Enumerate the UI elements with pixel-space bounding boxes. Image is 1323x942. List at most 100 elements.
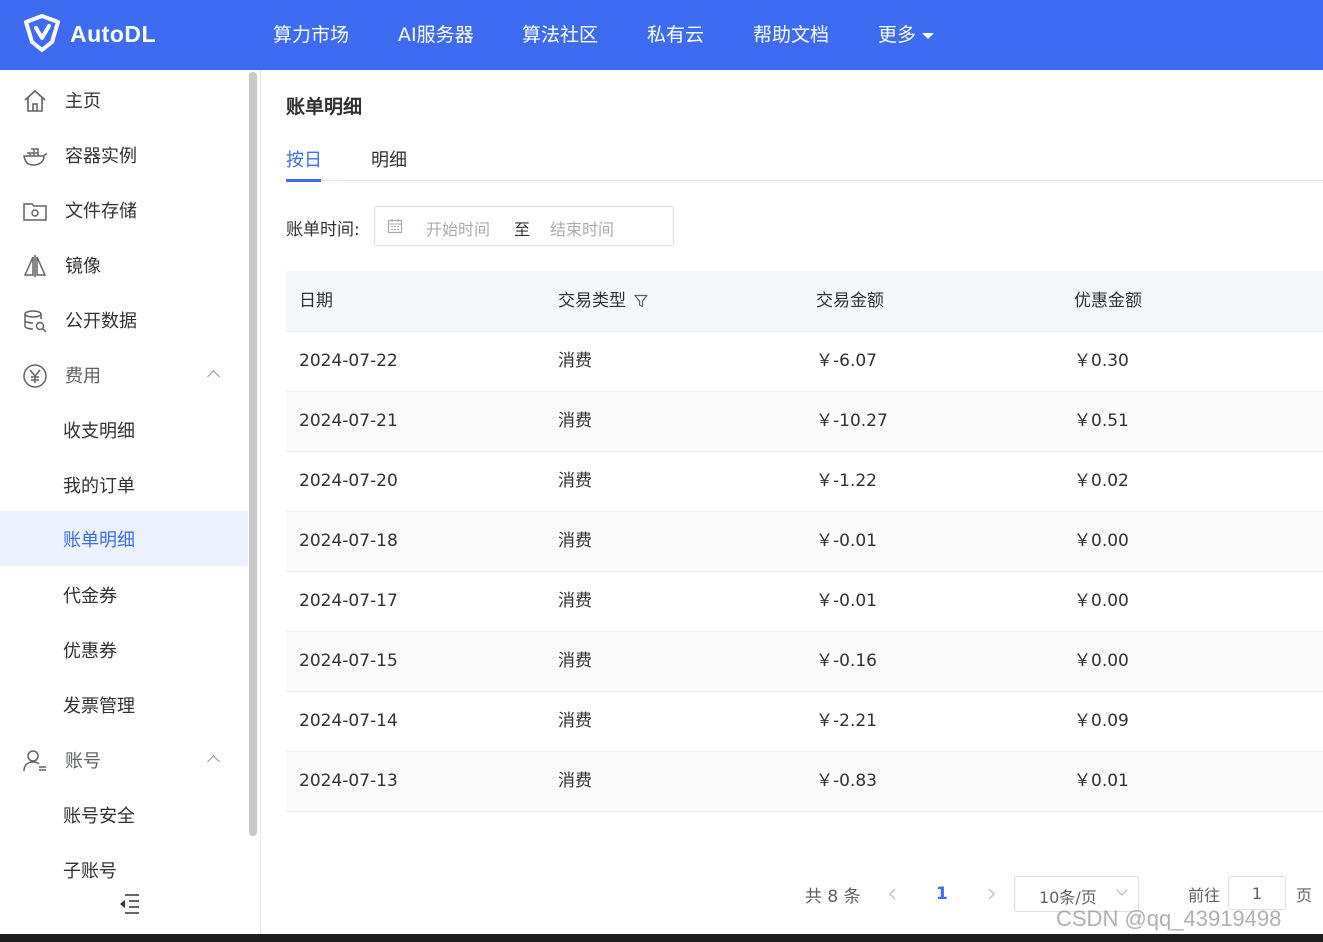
nav-ai-server[interactable]: AI服务器 — [398, 0, 474, 70]
brand-name: AutoDL — [70, 20, 157, 47]
mirror-icon — [23, 255, 47, 277]
table-row: 2024-07-21 消费 ￥-10.27 ￥0.51 — [286, 392, 1323, 452]
sidebar-item-label: 账号安全 — [63, 806, 135, 827]
cell-type: 消费 — [558, 711, 592, 731]
table-body: 2024-07-22 消费 ￥-6.07 ￥0.30 2024-07-21 消费 ￥-10.… — [286, 332, 1323, 812]
sidebar-item-label: 公开数据 — [65, 311, 137, 332]
cell-amount: ￥-2.21 — [816, 711, 877, 731]
cell-amount: ￥-0.01 — [816, 531, 877, 551]
sidebar-item-label: 发票管理 — [63, 696, 135, 717]
filter-icon[interactable] — [634, 294, 648, 308]
goto-page-input[interactable]: 1 — [1228, 876, 1286, 910]
sidebar-item-account-security[interactable]: 账号安全 — [0, 787, 248, 842]
calendar-icon — [387, 219, 403, 234]
sidebar-item-images[interactable]: 镜像 — [0, 237, 248, 292]
autodl-logo-icon — [24, 14, 60, 52]
cell-discount: ￥0.30 — [1074, 351, 1129, 371]
sidebar-item-bill-details[interactable]: 账单明细 — [0, 511, 248, 566]
page-title: 账单明细 — [286, 96, 363, 118]
table-row: 2024-07-17 消费 ￥-0.01 ￥0.00 — [286, 572, 1323, 632]
table-row: 2024-07-22 消费 ￥-6.07 ￥0.30 — [286, 332, 1323, 392]
sidebar-item-label: 优惠券 — [63, 641, 117, 662]
sidebar-scrollbar[interactable] — [249, 72, 257, 836]
sidebar-item-datasets[interactable]: 公开数据 — [0, 292, 248, 347]
sidebar-item-invoices[interactable]: 发票管理 — [0, 677, 248, 732]
cell-date: 2024-07-17 — [299, 591, 398, 611]
column-header-discount: 优惠金额 — [1074, 291, 1142, 311]
cell-date: 2024-07-15 — [299, 651, 398, 671]
cell-type: 消费 — [558, 351, 592, 371]
nav-algorithm-community[interactable]: 算法社区 — [522, 0, 598, 70]
watermark: CSDN @qq_43919498 — [1056, 906, 1282, 931]
cell-discount: ￥0.01 — [1074, 771, 1129, 791]
cell-type: 消费 — [558, 771, 592, 791]
sidebar-item-label: 收支明细 — [63, 421, 135, 442]
cell-discount: ￥0.02 — [1074, 471, 1129, 491]
caret-down-icon — [922, 32, 935, 39]
goto-suffix: 页 — [1296, 886, 1313, 905]
sidebar-group-billing[interactable]: 费用 — [0, 347, 248, 402]
sidebar-item-storage[interactable]: 文件存储 — [0, 182, 248, 237]
date-range-picker[interactable]: 开始时间 至 结束时间 — [374, 206, 674, 246]
cell-type: 消费 — [558, 471, 592, 491]
tab-by-day[interactable]: 按日 — [286, 146, 322, 172]
table-header: 日期 交易类型 交易金额 优惠金额 — [286, 271, 1323, 332]
cell-date: 2024-07-20 — [299, 471, 398, 491]
sidebar-item-label: 子账号 — [63, 861, 117, 882]
start-date-input[interactable]: 开始时间 — [426, 216, 490, 240]
user-icon — [23, 750, 46, 772]
home-icon — [24, 89, 46, 112]
sidebar-item-containers[interactable]: 容器实例 — [0, 127, 248, 182]
cell-type: 消费 — [558, 531, 592, 551]
tabs-divider — [286, 180, 1323, 181]
cell-amount: ￥-0.16 — [816, 651, 877, 671]
sidebar-item-home[interactable]: 主页 — [0, 72, 248, 127]
sidebar-item-coupons[interactable]: 优惠券 — [0, 622, 248, 677]
window-bottom-edge — [0, 934, 1323, 942]
page-size-value: 10条/页 — [1039, 888, 1097, 907]
cell-discount: ￥0.51 — [1074, 411, 1129, 431]
sidebar-group-label: 费用 — [65, 366, 101, 387]
tab-details[interactable]: 明细 — [371, 146, 407, 172]
main-content: 账单明细 按日 明细 账单时间: 开始时间 至 结束时间 日期 交易类型 交易金… — [261, 70, 1323, 942]
database-search-icon — [24, 310, 47, 333]
column-header-date: 日期 — [299, 291, 333, 311]
table-row: 2024-07-14 消费 ￥-2.21 ￥0.09 — [286, 692, 1323, 752]
cell-date: 2024-07-13 — [299, 771, 398, 791]
cell-date: 2024-07-14 — [299, 711, 398, 731]
cell-type: 消费 — [558, 591, 592, 611]
sidebar-item-vouchers[interactable]: 代金券 — [0, 567, 248, 622]
brand-logo[interactable]: AutoDL — [22, 14, 156, 54]
cell-date: 2024-07-22 — [299, 351, 398, 371]
cell-date: 2024-07-18 — [299, 531, 398, 551]
bill-time-label: 账单时间: — [286, 220, 360, 240]
chevron-left-icon[interactable] — [885, 886, 901, 902]
page-number-current[interactable]: 1 — [936, 884, 948, 904]
cell-discount: ￥0.09 — [1074, 711, 1129, 731]
sidebar-item-my-orders[interactable]: 我的订单 — [0, 457, 248, 512]
chevron-down-icon — [1116, 884, 1128, 896]
sidebar-item-income-expense[interactable]: 收支明细 — [0, 402, 248, 457]
cell-discount: ￥0.00 — [1074, 591, 1129, 611]
end-date-input[interactable]: 结束时间 — [550, 216, 614, 240]
cell-date: 2024-07-21 — [299, 411, 398, 431]
goto-prefix: 前往 — [1188, 886, 1221, 905]
sidebar-group-account[interactable]: 账号 — [0, 732, 248, 787]
sidebar-item-sub-accounts[interactable]: 子账号 — [0, 842, 248, 897]
nav-help-docs[interactable]: 帮助文档 — [753, 0, 829, 70]
yen-circle-icon — [23, 364, 47, 388]
sidebar-item-label: 账单明细 — [63, 530, 135, 551]
chevron-right-icon[interactable] — [983, 886, 999, 902]
pagination-total: 共 8 条 — [805, 887, 861, 907]
nav-more[interactable]: 更多 — [878, 0, 935, 70]
sidebar-item-label: 我的订单 — [63, 476, 135, 497]
collapse-menu-icon[interactable] — [117, 892, 141, 916]
nav-more-label: 更多 — [878, 24, 917, 46]
nav-compute-market[interactable]: 算力市场 — [273, 0, 349, 70]
cell-amount: ￥-6.07 — [816, 351, 877, 371]
table-row: 2024-07-13 消费 ￥-0.83 ￥0.01 — [286, 752, 1323, 812]
nav-private-cloud[interactable]: 私有云 — [647, 0, 704, 70]
table-row: 2024-07-15 消费 ￥-0.16 ￥0.00 — [286, 632, 1323, 692]
active-tab-indicator — [286, 179, 321, 182]
sidebar-item-label: 容器实例 — [65, 146, 137, 167]
